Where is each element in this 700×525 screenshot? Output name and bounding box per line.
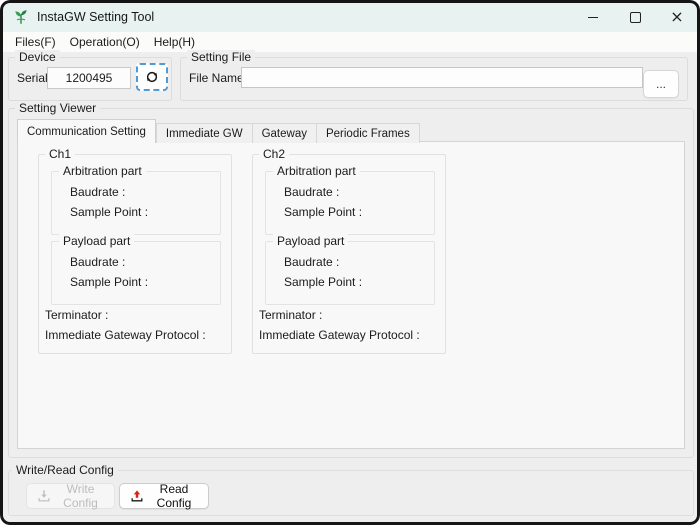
ch2-payload-label: Payload part xyxy=(273,234,348,248)
ch1-payload-sample-point-label: Sample Point : xyxy=(70,275,148,289)
ch1-payload-baudrate-label: Baudrate : xyxy=(70,255,125,269)
channel-group-ch2: Ch2 Arbitration part Baudrate : Sample P… xyxy=(252,154,446,354)
app-window: InstaGW Setting Tool × Files(F) Operatio… xyxy=(0,0,700,525)
maximize-button[interactable] xyxy=(614,2,656,32)
refresh-icon xyxy=(142,67,162,87)
ch1-payload-box: Payload part Baudrate : Sample Point : xyxy=(51,241,221,305)
tab-periodic-frames[interactable]: Periodic Frames xyxy=(317,123,420,143)
menu-files[interactable]: Files(F) xyxy=(8,34,63,50)
ch2-arbitration-sample-point-label: Sample Point : xyxy=(284,205,362,219)
menu-help[interactable]: Help(H) xyxy=(147,34,202,50)
window-title: InstaGW Setting Tool xyxy=(37,10,154,24)
ch1-gateway-protocol-label: Immediate Gateway Protocol : xyxy=(45,328,206,342)
ch2-gateway-protocol-label: Immediate Gateway Protocol : xyxy=(259,328,420,342)
write-config-button[interactable]: Write Config xyxy=(26,483,115,509)
browse-file-button[interactable]: ... xyxy=(643,70,679,98)
setting-viewer-group-label: Setting Viewer xyxy=(15,101,100,115)
upload-icon xyxy=(130,489,144,503)
tab-communication-setting[interactable]: Communication Setting xyxy=(17,119,156,143)
maximize-icon xyxy=(630,12,641,23)
write-read-config-label: Write/Read Config xyxy=(12,463,118,477)
read-config-button-label: Read Config xyxy=(150,482,198,510)
serial-field[interactable]: 1200495 xyxy=(47,67,131,89)
download-icon xyxy=(37,489,51,503)
read-config-button[interactable]: Read Config xyxy=(119,483,209,509)
serial-label: Serial xyxy=(17,71,48,85)
channel-group-ch1: Ch1 Arbitration part Baudrate : Sample P… xyxy=(38,154,232,354)
ch1-payload-label: Payload part xyxy=(59,234,134,248)
ch2-payload-sample-point-label: Sample Point : xyxy=(284,275,362,289)
close-button[interactable]: × xyxy=(656,2,698,32)
ch1-label: Ch1 xyxy=(45,147,75,161)
window-controls: × xyxy=(572,2,698,32)
app-logo-icon xyxy=(12,8,30,26)
ch1-arbitration-label: Arbitration part xyxy=(59,164,146,178)
titlebar: InstaGW Setting Tool × xyxy=(2,2,698,32)
write-read-config-group: Write/Read Config Write Config Read Conf… xyxy=(8,470,694,516)
device-group-label: Device xyxy=(15,50,60,64)
ch2-payload-baudrate-label: Baudrate : xyxy=(284,255,339,269)
menu-operation[interactable]: Operation(O) xyxy=(63,34,147,50)
ch2-label: Ch2 xyxy=(259,147,289,161)
menu-bar: Files(F) Operation(O) Help(H) xyxy=(2,32,698,52)
minimize-button[interactable] xyxy=(572,2,614,32)
tab-gateway[interactable]: Gateway xyxy=(253,123,317,143)
ch1-arbitration-baudrate-label: Baudrate : xyxy=(70,185,125,199)
setting-file-group: Setting File File Name ... xyxy=(180,57,688,101)
file-name-input[interactable] xyxy=(241,67,643,88)
setting-file-group-label: Setting File xyxy=(187,50,255,64)
refresh-device-button[interactable] xyxy=(136,63,168,91)
tab-immediate-gw[interactable]: Immediate GW xyxy=(156,123,253,143)
ch2-arbitration-baudrate-label: Baudrate : xyxy=(284,185,339,199)
file-name-label: File Name xyxy=(189,71,244,85)
ch2-arbitration-label: Arbitration part xyxy=(273,164,360,178)
ch2-payload-box: Payload part Baudrate : Sample Point : xyxy=(265,241,435,305)
ch1-terminator-label: Terminator : xyxy=(45,308,108,322)
ch2-terminator-label: Terminator : xyxy=(259,308,322,322)
write-config-button-label: Write Config xyxy=(57,482,104,510)
close-icon: × xyxy=(670,9,683,25)
device-group: Device Serial 1200495 xyxy=(8,57,172,101)
settings-tabstrip: Communication Setting Immediate GW Gatew… xyxy=(17,119,420,143)
minimize-icon xyxy=(588,17,598,18)
communication-setting-panel: Ch1 Arbitration part Baudrate : Sample P… xyxy=(17,141,685,449)
setting-viewer-group: Setting Viewer Communication Setting Imm… xyxy=(8,108,694,458)
ch1-arbitration-box: Arbitration part Baudrate : Sample Point… xyxy=(51,171,221,235)
ch1-arbitration-sample-point-label: Sample Point : xyxy=(70,205,148,219)
ch2-arbitration-box: Arbitration part Baudrate : Sample Point… xyxy=(265,171,435,235)
